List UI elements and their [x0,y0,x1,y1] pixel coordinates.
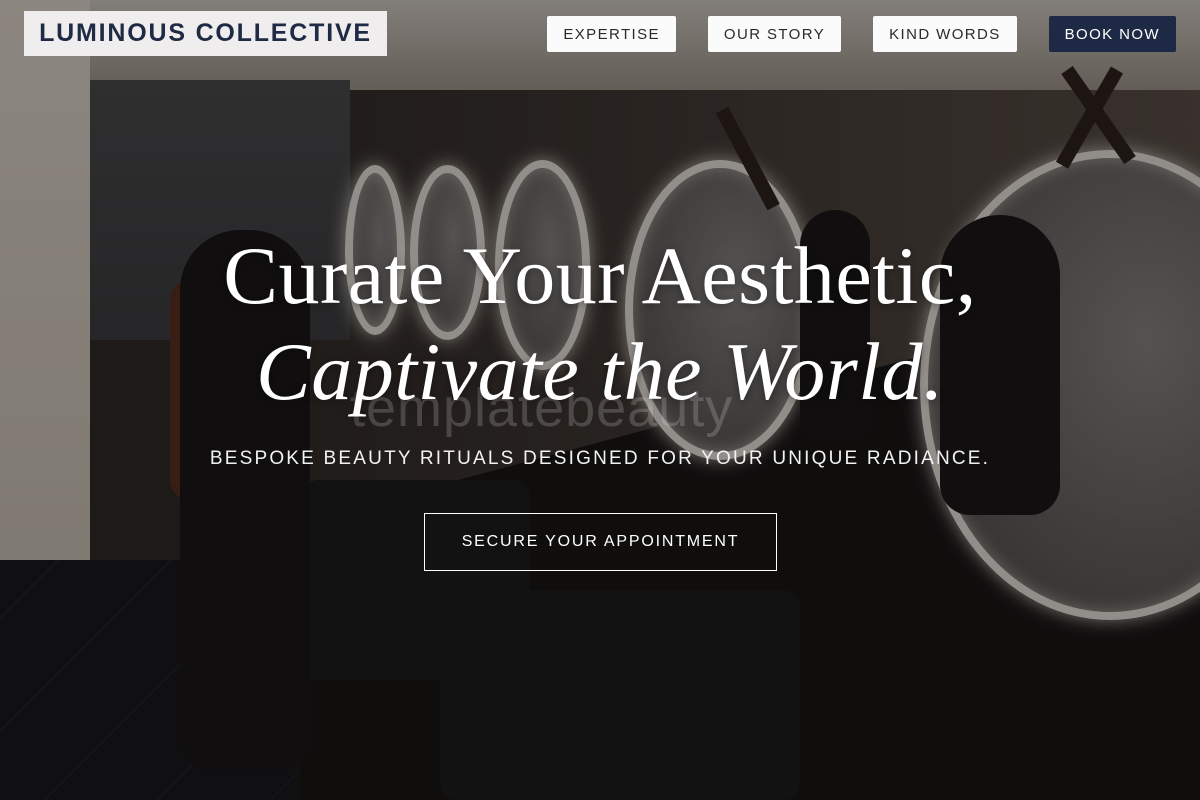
nav-expertise[interactable]: EXPERTISE [547,16,676,52]
brand-logo[interactable]: LUMINOUS COLLECTIVE [24,11,387,56]
hero-tagline: BESPOKE BEAUTY RITUALS DESIGNED FOR YOUR… [209,448,991,469]
main-nav: EXPERTISE OUR STORY KIND WORDS BOOK NOW [547,16,1176,52]
nav-our-story[interactable]: OUR STORY [707,16,842,52]
nav-book-now-button[interactable]: BOOK NOW [1048,16,1176,52]
hero-headline-line1: Curate Your Aesthetic, [223,230,977,321]
nav-kind-words[interactable]: KIND WORDS [873,16,1017,52]
hero-headline-line2: Captivate the World. [256,326,944,417]
hero-content: Curate Your Aesthetic, Captivate the Wor… [0,228,1200,420]
secure-appointment-button[interactable]: SECURE YOUR APPOINTMENT [424,513,777,571]
hero-headline: Curate Your Aesthetic, Captivate the Wor… [0,228,1200,420]
